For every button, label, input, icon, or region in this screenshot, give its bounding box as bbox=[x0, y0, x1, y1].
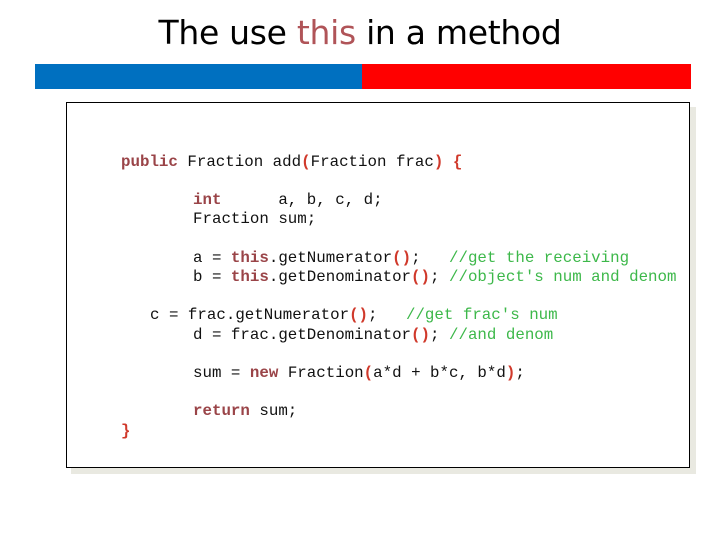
code-text: .getNumerator bbox=[268, 249, 393, 267]
keyword: public bbox=[121, 153, 178, 171]
comment: //and denom bbox=[448, 326, 554, 344]
code-text: .getDenominator bbox=[268, 268, 412, 286]
title-highlight: this bbox=[296, 13, 356, 52]
comment: //object's num and denom bbox=[448, 268, 677, 286]
code-line-int-decl: int a, b, c, d; bbox=[193, 191, 383, 210]
code-text: ; bbox=[430, 268, 449, 286]
paren: ) bbox=[433, 153, 444, 171]
keyword: new bbox=[249, 364, 279, 382]
code-text: b = bbox=[193, 268, 231, 286]
code-text: ; bbox=[430, 326, 449, 344]
keyword: int bbox=[193, 191, 222, 209]
paren: () bbox=[349, 306, 369, 324]
code-text: Fraction frac bbox=[310, 153, 434, 171]
keyword: this bbox=[230, 249, 269, 267]
title-prefix: The use bbox=[158, 13, 297, 52]
code-line-c: c = frac.getNumerator(); //get frac's nu… bbox=[150, 306, 558, 325]
title-underline-blue bbox=[35, 64, 362, 89]
code-line-return: return sum; bbox=[193, 402, 297, 421]
code-line-sum-assign: sum = new Fraction(a*d + b*c, b*d); bbox=[193, 364, 525, 383]
paren: ( bbox=[363, 364, 374, 382]
code-text: Fraction sum; bbox=[193, 210, 317, 228]
paren: ) bbox=[505, 364, 516, 382]
code-text: a = bbox=[193, 249, 231, 267]
code-line-d: d = frac.getDenominator(); //and denom bbox=[193, 326, 553, 345]
code-line-b: b = this.getDenominator(); //object's nu… bbox=[193, 268, 677, 287]
code-text: c = frac.getNumerator bbox=[150, 306, 350, 324]
code-line-sum-decl: Fraction sum; bbox=[193, 210, 316, 229]
code-text: Fraction bbox=[278, 364, 364, 382]
paren: ( bbox=[301, 153, 311, 171]
comment: //get the receiving bbox=[448, 249, 630, 267]
keyword: return bbox=[193, 402, 250, 420]
code-line-close: } bbox=[121, 422, 130, 441]
title-underline-red bbox=[362, 64, 691, 89]
code-text: sum = bbox=[193, 364, 250, 382]
brace: { bbox=[452, 153, 463, 171]
code-text: d = frac.getDenominator bbox=[193, 326, 412, 344]
paren: () bbox=[411, 268, 431, 286]
keyword: this bbox=[230, 268, 269, 286]
code-text: a*d + b*c, b*d bbox=[373, 364, 506, 382]
code-text: Fraction add bbox=[177, 153, 302, 171]
code-text: ; bbox=[411, 249, 449, 267]
code-line-signature: public Fraction add(Fraction frac) { bbox=[121, 153, 462, 172]
paren: () bbox=[411, 326, 431, 344]
paren: () bbox=[392, 249, 412, 267]
brace: } bbox=[121, 422, 131, 440]
comment: //get frac's num bbox=[405, 306, 558, 324]
code-line-a: a = this.getNumerator(); //get the recei… bbox=[193, 249, 629, 268]
code-text: sum; bbox=[249, 402, 298, 420]
code-text: ; bbox=[515, 364, 525, 382]
code-text: a, b, c, d; bbox=[221, 191, 383, 209]
code-text: ; bbox=[368, 306, 406, 324]
title-suffix: in a method bbox=[355, 13, 562, 52]
slide-title: The use this in a method bbox=[0, 13, 720, 52]
